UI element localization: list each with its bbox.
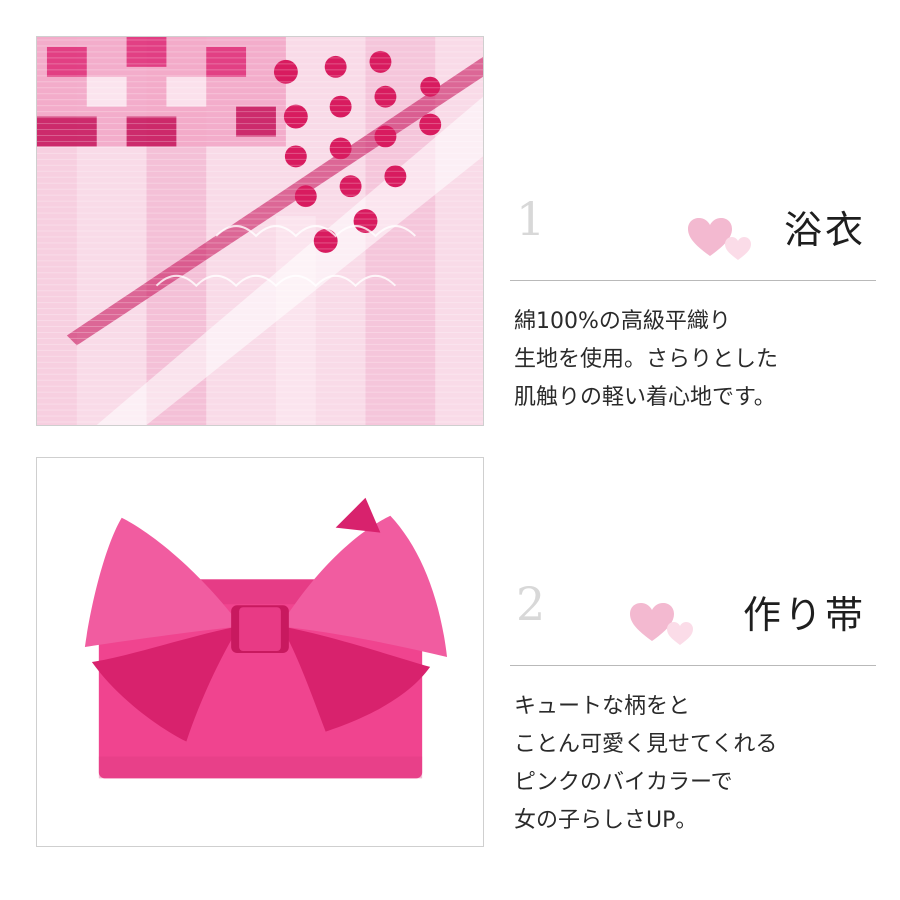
feature-description: キュートな柄をと ことん可愛く見せてくれる ピンクのバイカラーで 女の子らしさU… xyxy=(510,688,876,840)
feature-number: 2 xyxy=(516,577,546,631)
description-line: キュートな柄をと xyxy=(514,694,691,719)
description-line: 綿100%の高級平織り xyxy=(514,309,731,334)
description-line: 女の子らしさUP。 xyxy=(514,808,698,833)
feature-number: 1 xyxy=(516,192,546,246)
feature-header: 1 浴衣 xyxy=(510,190,876,281)
feature-title: 浴衣 xyxy=(783,208,866,252)
description-line: ピンクのバイカラーで xyxy=(514,770,733,795)
feature-description: 綿100%の高級平織り 生地を使用。さらりとした 肌触りの軽い着心地です。 xyxy=(510,303,876,417)
feature-title: 作り帯 xyxy=(742,593,866,637)
fabric-pattern-image xyxy=(37,37,483,425)
hearts-icon xyxy=(630,603,693,645)
hearts-icon xyxy=(688,218,751,260)
description-line: 生地を使用。さらりとした xyxy=(514,347,779,372)
feature-obi: 2 作り帯 キュートな柄をと ことん可愛く見せてくれる ピンクのバイカラーで 女… xyxy=(510,575,876,840)
feature-yukata: 1 浴衣 綿100%の高級平織り 生地を使用。さらりとした 肌触りの軽い着心地で… xyxy=(510,190,876,417)
yukata-fabric-photo xyxy=(36,36,484,426)
description-line: 肌触りの軽い着心地です。 xyxy=(514,385,776,410)
feature-header: 2 作り帯 xyxy=(510,575,876,666)
description-line: ことん可愛く見せてくれる xyxy=(514,732,778,757)
pink-bow-obi-image xyxy=(37,458,483,846)
tsukuri-obi-photo xyxy=(36,457,484,847)
